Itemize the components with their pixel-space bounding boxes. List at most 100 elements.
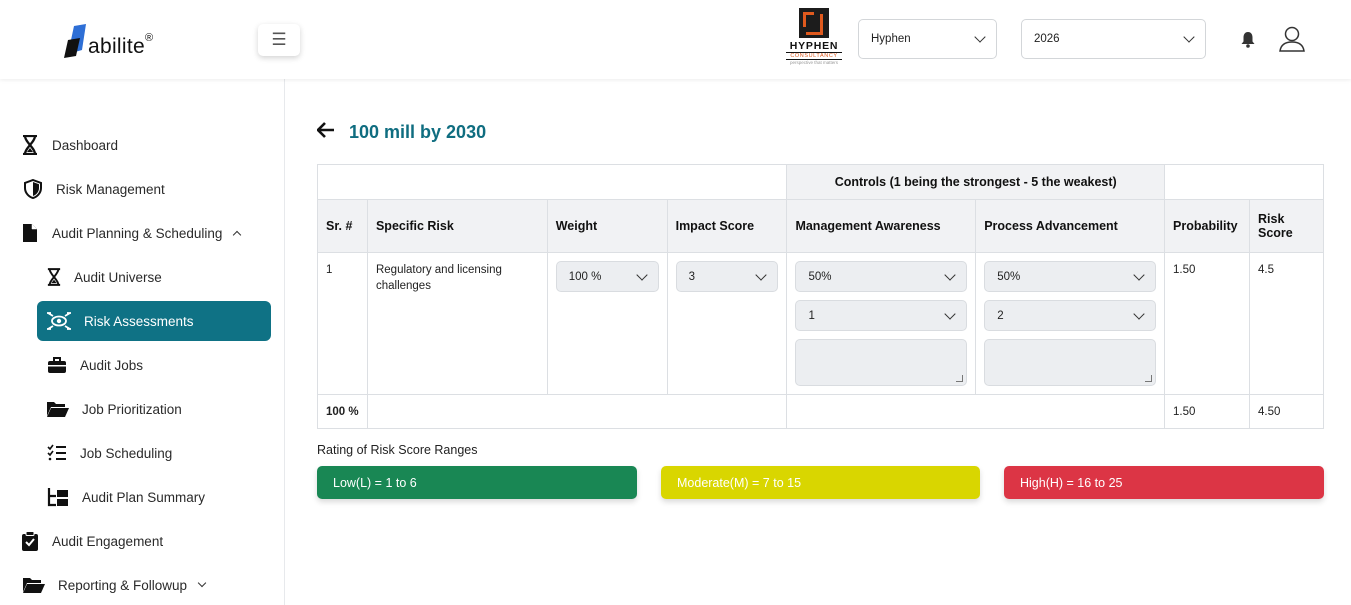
company-brand-logo: HYPHEN CONSULTANCY perspective that matt… bbox=[783, 8, 845, 70]
table-row: 1 Regulatory and licensing challenges 10… bbox=[317, 252, 1324, 395]
briefcase-icon bbox=[46, 356, 68, 374]
sidebar-item-label: Audit Engagement bbox=[52, 533, 164, 549]
chevron-down-icon bbox=[944, 307, 956, 320]
total-risk-score: 4.50 bbox=[1249, 394, 1324, 429]
chevron-down-icon bbox=[197, 578, 207, 588]
user-profile-button[interactable] bbox=[1278, 26, 1306, 57]
col-specific-risk: Specific Risk bbox=[366, 199, 548, 253]
file-icon bbox=[20, 223, 40, 243]
impact-value: 3 bbox=[688, 270, 695, 283]
total-weight: 100 % bbox=[317, 394, 368, 429]
management-awareness-rating-select[interactable]: 1 bbox=[795, 300, 968, 331]
checklist-icon bbox=[46, 444, 68, 462]
process-advancement-comment-textarea[interactable] bbox=[984, 339, 1157, 386]
shield-icon bbox=[22, 179, 44, 199]
row-probability: 1.50 bbox=[1173, 264, 1196, 276]
main-content: 100 mill by 2030 Controls (1 being the s… bbox=[286, 79, 1351, 605]
col-management-awareness: Management Awareness bbox=[786, 199, 977, 253]
sidebar-item-label: Risk Assessments bbox=[84, 313, 194, 329]
col-weight: Weight bbox=[546, 199, 668, 253]
rating-label: Rating of Risk Score Ranges bbox=[317, 443, 478, 457]
year-select-value: 2026 bbox=[1034, 33, 1060, 45]
chevron-down-icon bbox=[1133, 307, 1145, 320]
sidebar-item-reporting-followup[interactable]: Reporting & Followup bbox=[22, 565, 207, 605]
total-spacer bbox=[786, 394, 1166, 429]
row-risk-score: 4.5 bbox=[1258, 264, 1274, 276]
company-select-value: Hyphen bbox=[871, 33, 911, 45]
sidebar: Dashboard Risk Management Audit Planning… bbox=[0, 79, 285, 605]
user-icon bbox=[1279, 26, 1305, 52]
back-arrow-icon[interactable] bbox=[316, 122, 335, 143]
chevron-down-icon bbox=[635, 268, 648, 281]
mgmt-val-value: 1 bbox=[808, 309, 815, 322]
sidebar-item-risk-assessments[interactable]: Risk Assessments bbox=[37, 301, 271, 341]
sidebar-item-audit-plan-summary[interactable]: Audit Plan Summary bbox=[46, 477, 205, 517]
clipboard-check-icon bbox=[20, 531, 40, 551]
abilite-logo[interactable]: abilite® bbox=[64, 22, 153, 58]
weight-select[interactable]: 100 % bbox=[555, 261, 659, 292]
col-impact-score: Impact Score bbox=[666, 199, 788, 253]
sidebar-item-label: Audit Planning & Scheduling bbox=[52, 225, 223, 241]
mgmt-pct-value: 50% bbox=[808, 270, 832, 283]
weight-value: 100 % bbox=[568, 270, 602, 283]
row-sr: 1 bbox=[326, 264, 333, 276]
management-awareness-comment-textarea[interactable] bbox=[795, 339, 968, 386]
total-probability: 1.50 bbox=[1164, 394, 1250, 429]
hierarchy-icon bbox=[46, 487, 70, 507]
company-select[interactable]: Hyphen bbox=[858, 19, 997, 59]
page-header: 100 mill by 2030 bbox=[316, 122, 487, 143]
brand-sub: CONSULTANCY bbox=[786, 52, 842, 60]
chevron-down-icon bbox=[755, 268, 768, 281]
rating-moderate-badge: Moderate(M) = 7 to 15 bbox=[661, 466, 980, 499]
chevron-down-icon bbox=[974, 31, 986, 43]
col-risk-score: Risk Score bbox=[1249, 199, 1324, 253]
management-awareness-percent-select[interactable]: 50% bbox=[795, 261, 968, 292]
col-probability: Probability bbox=[1164, 199, 1250, 253]
brand-tagline: perspective that matters bbox=[789, 60, 839, 65]
row-specific-risk: Regulatory and licensing challenges bbox=[375, 264, 502, 292]
chevron-down-icon bbox=[1133, 268, 1145, 281]
sidebar-item-job-prioritization[interactable]: Job Prioritization bbox=[46, 389, 182, 429]
sidebar-item-risk-management[interactable]: Risk Management bbox=[22, 169, 165, 209]
chevron-down-icon bbox=[1183, 31, 1195, 43]
menu-toggle-button[interactable]: ☰ bbox=[258, 24, 300, 56]
hourglass-icon bbox=[20, 135, 40, 155]
top-bar: abilite® ☰ HYPHEN CONSULTANCY perspectiv… bbox=[0, 0, 1351, 79]
sidebar-item-label: Dashboard bbox=[52, 137, 119, 153]
year-select[interactable]: 2026 bbox=[1021, 19, 1206, 59]
sidebar-item-job-scheduling[interactable]: Job Scheduling bbox=[46, 433, 172, 473]
hourglass-icon bbox=[44, 268, 64, 286]
process-advancement-percent-select[interactable]: 50% bbox=[984, 261, 1157, 292]
logo-mark-icon bbox=[64, 24, 86, 58]
process-advancement-rating-select[interactable]: 2 bbox=[984, 300, 1157, 331]
header-spacer bbox=[316, 164, 788, 200]
risk-eye-icon bbox=[46, 311, 72, 331]
sidebar-item-audit-planning[interactable]: Audit Planning & Scheduling bbox=[20, 213, 242, 253]
proc-val-value: 2 bbox=[997, 309, 1004, 322]
sidebar-item-dashboard[interactable]: Dashboard bbox=[20, 125, 118, 165]
sidebar-item-label: Audit Plan Summary bbox=[82, 489, 206, 505]
impact-score-select[interactable]: 3 bbox=[675, 261, 779, 292]
sidebar-item-audit-jobs[interactable]: Audit Jobs bbox=[46, 345, 143, 385]
sidebar-item-label: Audit Jobs bbox=[80, 357, 144, 373]
proc-pct-value: 50% bbox=[997, 270, 1021, 283]
rating-high-badge: High(H) = 16 to 25 bbox=[1004, 466, 1324, 499]
page-title: 100 mill by 2030 bbox=[349, 122, 487, 142]
col-process-advancement: Process Advancement bbox=[975, 199, 1166, 253]
controls-header: Controls (1 being the strongest - 5 the … bbox=[786, 164, 1166, 200]
folder-open-icon bbox=[22, 576, 46, 594]
total-spacer bbox=[366, 394, 788, 429]
sidebar-item-label: Job Scheduling bbox=[80, 445, 173, 461]
hyphen-logo-icon bbox=[799, 8, 829, 38]
bell-icon bbox=[1241, 32, 1255, 48]
col-sr: Sr. # bbox=[317, 199, 368, 253]
notification-bell-button[interactable] bbox=[1240, 31, 1256, 53]
brand-name: HYPHEN bbox=[789, 40, 839, 52]
logo-text: abilite® bbox=[88, 32, 154, 58]
sidebar-item-label: Reporting & Followup bbox=[58, 577, 188, 593]
sidebar-item-audit-engagement[interactable]: Audit Engagement bbox=[20, 521, 163, 561]
sidebar-item-label: Job Prioritization bbox=[82, 401, 182, 417]
sidebar-item-label: Audit Universe bbox=[74, 269, 162, 285]
sidebar-item-audit-universe[interactable]: Audit Universe bbox=[44, 257, 162, 297]
sidebar-item-label: Risk Management bbox=[56, 181, 165, 197]
